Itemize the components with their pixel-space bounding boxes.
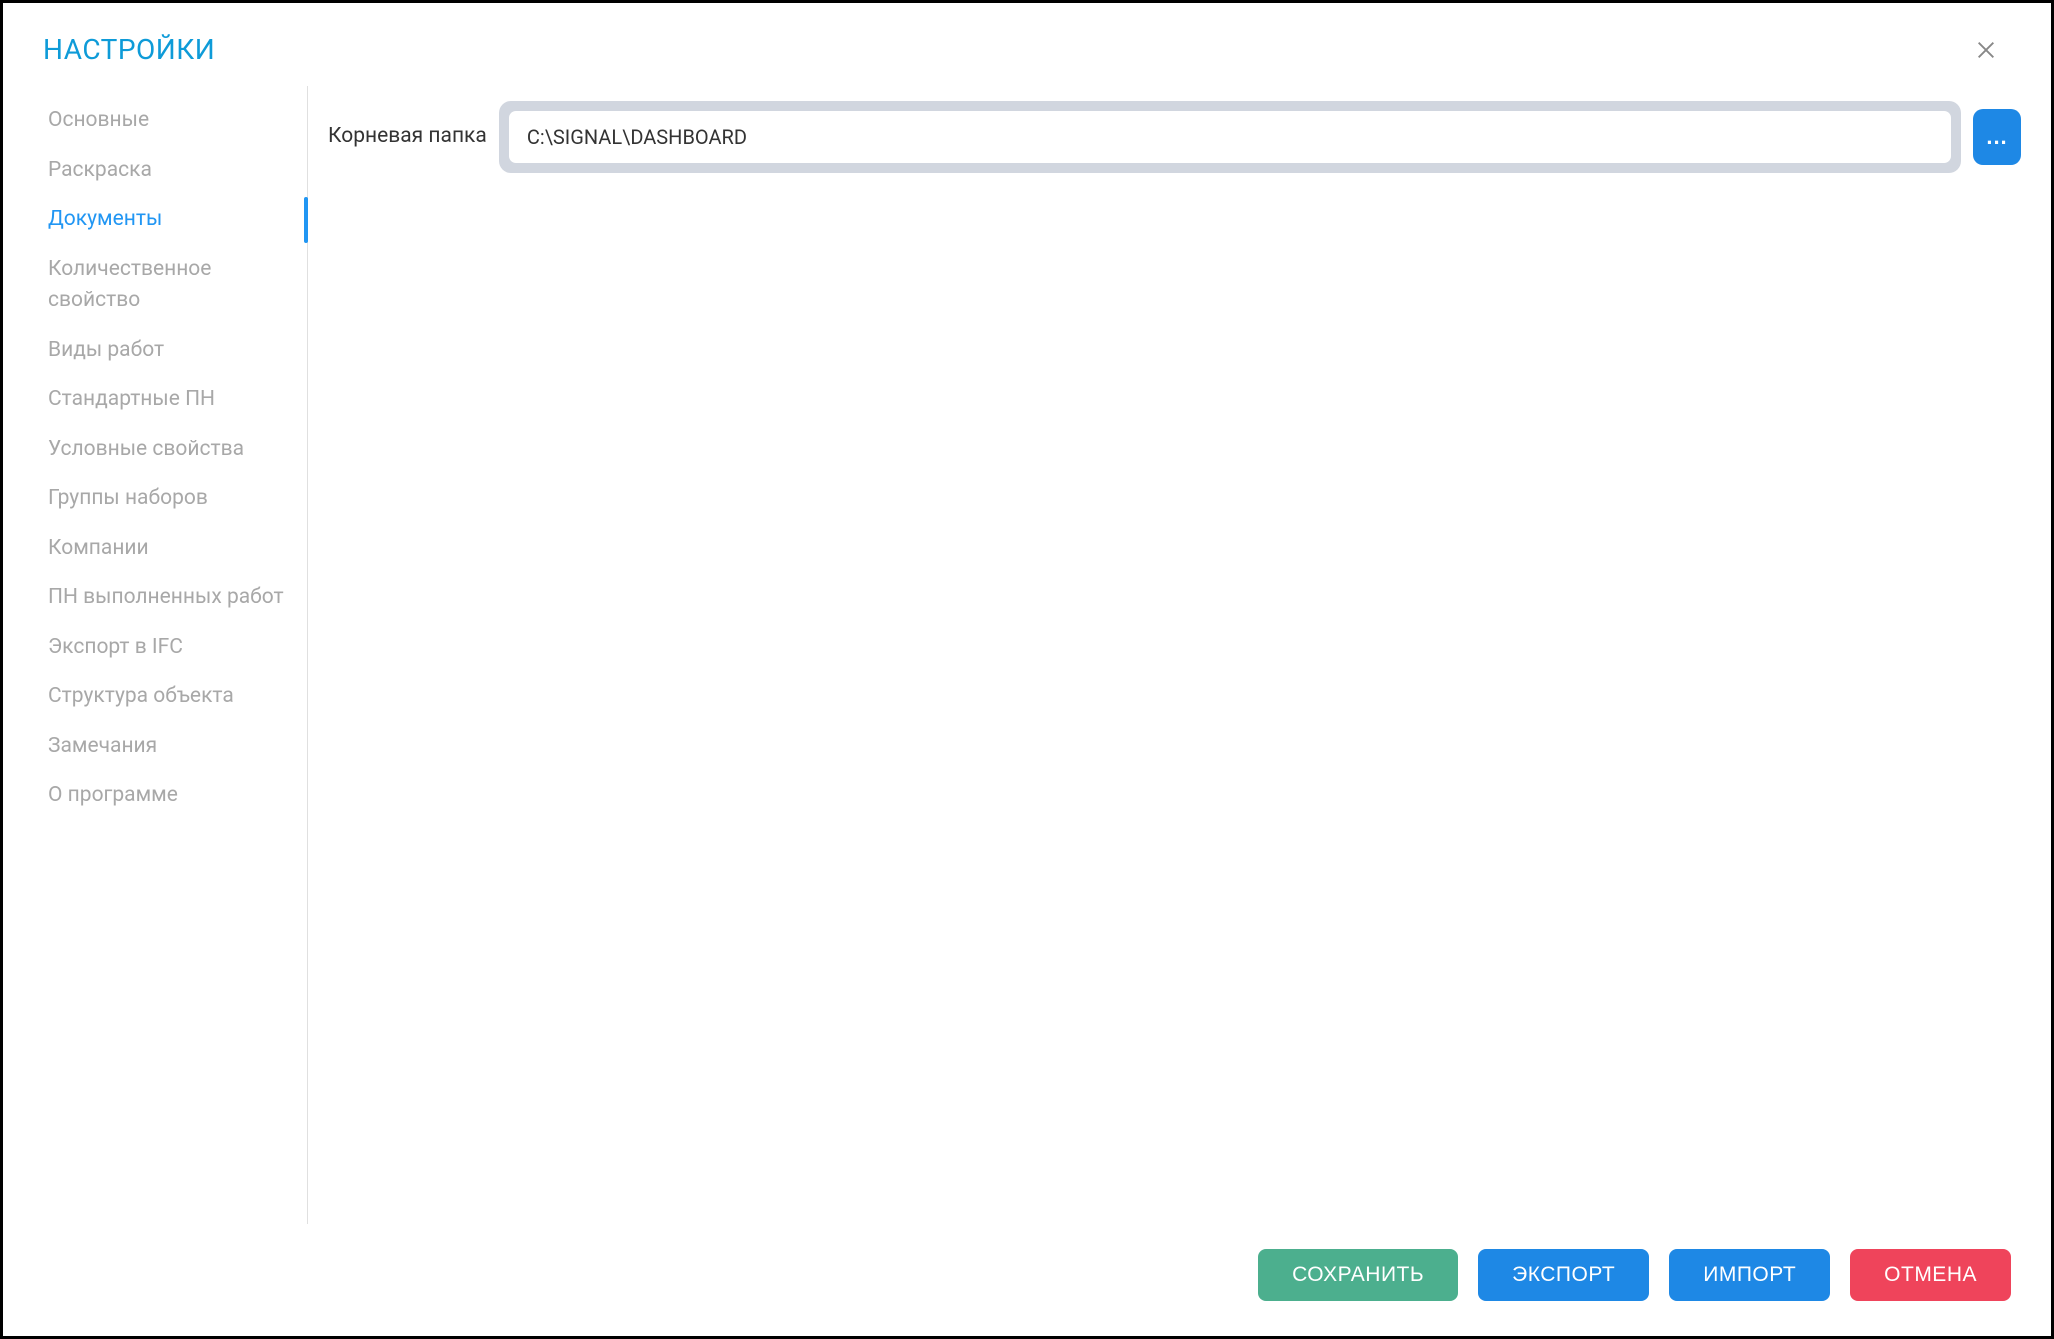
dialog-title: НАСТРОЙКИ <box>43 33 215 66</box>
export-button[interactable]: ЭКСПОРТ <box>1478 1249 1649 1301</box>
import-button[interactable]: ИМПОРТ <box>1669 1249 1830 1301</box>
dialog-header: НАСТРОЙКИ <box>3 3 2051 86</box>
settings-sidebar: Основные Раскраска Документы Количествен… <box>33 86 308 1224</box>
root-folder-label: Корневая папка <box>328 124 487 150</box>
sidebar-item-completed-work-pn[interactable]: ПН выполненных работ <box>33 573 307 623</box>
dialog-body: Основные Раскраска Документы Количествен… <box>3 86 2051 1224</box>
sidebar-item-export-ifc[interactable]: Экспорт в IFC <box>33 623 307 673</box>
dialog-footer: СОХРАНИТЬ ЭКСПОРТ ИМПОРТ ОТМЕНА <box>3 1224 2051 1336</box>
sidebar-item-quantity-property[interactable]: Количественное свойство <box>33 245 307 326</box>
sidebar-item-object-structure[interactable]: Структура объекта <box>33 672 307 722</box>
sidebar-item-conditional-properties[interactable]: Условные свойства <box>33 425 307 475</box>
cancel-button[interactable]: ОТМЕНА <box>1850 1249 2011 1301</box>
close-button[interactable] <box>1971 35 2001 65</box>
sidebar-item-work-types[interactable]: Виды работ <box>33 326 307 376</box>
close-icon <box>1975 39 1997 61</box>
settings-content: Корневая папка ... <box>308 86 2021 1224</box>
sidebar-item-remarks[interactable]: Замечания <box>33 722 307 772</box>
sidebar-item-about[interactable]: О программе <box>33 771 307 821</box>
browse-button[interactable]: ... <box>1973 109 2021 165</box>
sidebar-item-coloring[interactable]: Раскраска <box>33 146 307 196</box>
root-folder-input[interactable] <box>509 111 1951 163</box>
root-folder-input-wrapper <box>499 101 1961 173</box>
save-button[interactable]: СОХРАНИТЬ <box>1258 1249 1458 1301</box>
sidebar-item-documents[interactable]: Документы <box>33 195 307 245</box>
root-folder-row: Корневая папка ... <box>328 101 2021 173</box>
settings-dialog: НАСТРОЙКИ Основные Раскраска Документы К… <box>0 0 2054 1339</box>
sidebar-item-set-groups[interactable]: Группы наборов <box>33 474 307 524</box>
sidebar-item-main[interactable]: Основные <box>33 96 307 146</box>
sidebar-item-companies[interactable]: Компании <box>33 524 307 574</box>
sidebar-item-standard-pn[interactable]: Стандартные ПН <box>33 375 307 425</box>
